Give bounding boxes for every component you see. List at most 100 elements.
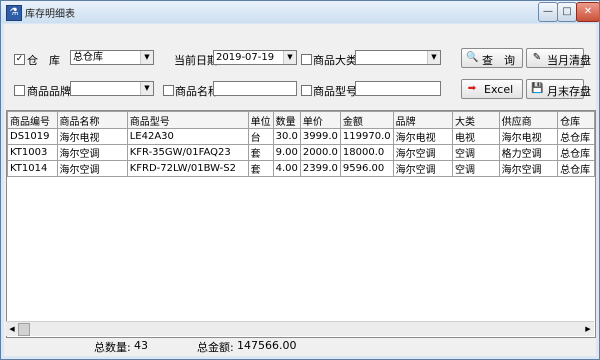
month-end-button-label: 月末存盘 — [547, 85, 591, 98]
table-cell: 3999.0 — [299, 128, 341, 145]
title-bar: ⚗ 库存明细表 — □ ✕ — [1, 1, 599, 23]
table-cell: KFRD-72LW/01BW-S2 — [126, 160, 249, 177]
column-header[interactable]: 金额 — [339, 111, 394, 129]
window-title: 库存明细表 — [25, 9, 75, 20]
table-cell: 2000.0 — [299, 144, 341, 161]
column-header[interactable]: 数量 — [272, 111, 301, 129]
excel-button-label: Excel — [484, 83, 514, 96]
table-cell: 119970.0 — [339, 128, 394, 145]
column-header[interactable]: 大类 — [452, 111, 500, 129]
model-input[interactable] — [355, 81, 441, 96]
column-header[interactable]: 供应商 — [498, 111, 559, 129]
model-label: 商品型号 — [313, 85, 357, 98]
table-cell: 海尔空调 — [56, 144, 128, 161]
table-cell: 海尔空调 — [498, 160, 559, 177]
column-header[interactable]: 商品名称 — [56, 111, 128, 129]
date-label: 当前日期 — [174, 54, 218, 67]
inventory-table-grid: 商品编号 商品名称 商品型号 单位 数量 单价 金额 品牌 大类 供应商 仓库 — [7, 111, 595, 177]
pencil-icon: ✎ — [532, 52, 542, 63]
brand-select[interactable]: ▼ — [70, 81, 154, 96]
table-cell: 9.00 — [272, 144, 301, 161]
red-arrow-icon: ➡ — [467, 83, 477, 94]
table-cell: KT1003 — [7, 144, 58, 161]
table-cell: 2399.0 — [299, 160, 341, 177]
table-cell: 海尔电视 — [498, 128, 559, 145]
table-cell: 18000.0 — [339, 144, 394, 161]
minimize-button[interactable]: — — [538, 2, 558, 22]
close-button[interactable]: ✕ — [576, 2, 599, 22]
column-header[interactable]: 商品编号 — [7, 111, 58, 129]
chevron-down-icon[interactable]: ▼ — [283, 51, 296, 64]
warehouse-select[interactable]: 总仓库 ▼ — [70, 50, 154, 65]
table-cell: LE42A30 — [126, 128, 249, 145]
table-cell: 套 — [247, 144, 274, 161]
inventory-table[interactable]: 商品编号 商品名称 商品型号 单位 数量 单价 金额 品牌 大类 供应商 仓库 — [6, 110, 596, 338]
category-label: 商品大类 — [313, 54, 357, 67]
table-row[interactable]: KT1003 海尔空调 KFR-35GW/01FAQ23 套 9.00 2000… — [7, 144, 595, 161]
table-cell: 30.0 — [272, 128, 301, 145]
main-window: ⚗ 库存明细表 — □ ✕ ✓ 仓 库 总仓库 ▼ 当前日期 2019-07-1… — [0, 0, 600, 360]
footer-totals: 总数量: 43 总金额: 147566.00 — [4, 337, 596, 355]
table-cell: 海尔电视 — [56, 128, 128, 145]
table-row[interactable]: DS1019 海尔电视 LE42A30 台 30.0 3999.0 119970… — [7, 128, 595, 145]
scroll-thumb[interactable] — [18, 323, 30, 336]
name-input[interactable] — [213, 81, 297, 96]
month-clear-button[interactable]: ✎ 当月清盘 — [526, 48, 591, 68]
table-cell: 海尔电视 — [392, 128, 454, 145]
total-amount-label: 总金额: — [197, 341, 234, 354]
brand-checkbox[interactable] — [14, 85, 25, 96]
table-cell: 总仓库 — [557, 128, 595, 145]
scroll-left-icon[interactable]: ◀ — [6, 322, 18, 336]
table-cell: DS1019 — [7, 128, 58, 145]
warehouse-checkbox[interactable]: ✓ — [14, 54, 25, 65]
column-header[interactable]: 商品型号 — [126, 111, 249, 129]
table-cell: 格力空调 — [498, 144, 559, 161]
table-cell: 空调 — [452, 160, 500, 177]
table-cell: 套 — [247, 160, 274, 177]
date-value: 2019-07-19 — [216, 52, 275, 63]
model-checkbox[interactable] — [301, 85, 312, 96]
chevron-down-icon[interactable]: ▼ — [140, 82, 153, 95]
client-area: ✓ 仓 库 总仓库 ▼ 当前日期 2019-07-19 ▼ 商品大类 ▼ 商品品… — [4, 24, 596, 356]
query-button[interactable]: 🔍 查 询 — [461, 48, 523, 68]
maximize-button[interactable]: □ — [557, 2, 577, 22]
table-cell: 空调 — [452, 144, 500, 161]
query-button-label: 查 询 — [482, 54, 515, 67]
name-checkbox[interactable] — [163, 85, 174, 96]
horizontal-scrollbar[interactable]: ◀ ▶ — [6, 321, 594, 336]
table-cell: 总仓库 — [557, 144, 595, 161]
chevron-down-icon[interactable]: ▼ — [140, 51, 153, 64]
column-header[interactable]: 单位 — [247, 111, 274, 129]
table-cell: 总仓库 — [557, 160, 595, 177]
column-header[interactable]: 仓库 — [557, 111, 595, 129]
table-cell: 海尔空调 — [392, 160, 454, 177]
warehouse-label: 仓 库 — [27, 54, 60, 67]
month-end-button[interactable]: 💾 月末存盘 — [526, 79, 591, 99]
table-cell: 电视 — [452, 128, 500, 145]
floppy-disk-icon: 💾 — [531, 83, 544, 94]
table-cell: 4.00 — [272, 160, 301, 177]
total-amount-value: 147566.00 — [237, 339, 297, 352]
excel-button[interactable]: ➡ Excel — [461, 79, 523, 99]
scroll-right-icon[interactable]: ▶ — [582, 322, 594, 336]
category-checkbox[interactable] — [301, 54, 312, 65]
table-cell: KT1014 — [7, 160, 58, 177]
table-cell: 9596.00 — [339, 160, 394, 177]
column-header[interactable]: 品牌 — [392, 111, 454, 129]
brand-label: 商品品牌 — [27, 85, 71, 98]
table-cell: 海尔空调 — [392, 144, 454, 161]
table-cell: 海尔空调 — [56, 160, 128, 177]
column-header[interactable]: 单价 — [299, 111, 341, 129]
category-select[interactable]: ▼ — [355, 50, 441, 65]
total-quantity-label: 总数量: — [94, 341, 131, 354]
app-icon: ⚗ — [6, 5, 22, 21]
magnifier-icon: 🔍 — [466, 52, 479, 63]
table-cell: 台 — [247, 128, 274, 145]
table-header-row: 商品编号 商品名称 商品型号 单位 数量 单价 金额 品牌 大类 供应商 仓库 — [7, 111, 595, 129]
table-cell: KFR-35GW/01FAQ23 — [126, 144, 249, 161]
table-row[interactable]: KT1014 海尔空调 KFRD-72LW/01BW-S2 套 4.00 239… — [7, 160, 595, 177]
chevron-down-icon[interactable]: ▼ — [427, 51, 440, 64]
warehouse-select-value: 总仓库 — [73, 52, 103, 63]
total-quantity-value: 43 — [134, 339, 148, 352]
date-picker[interactable]: 2019-07-19 ▼ — [213, 50, 297, 65]
